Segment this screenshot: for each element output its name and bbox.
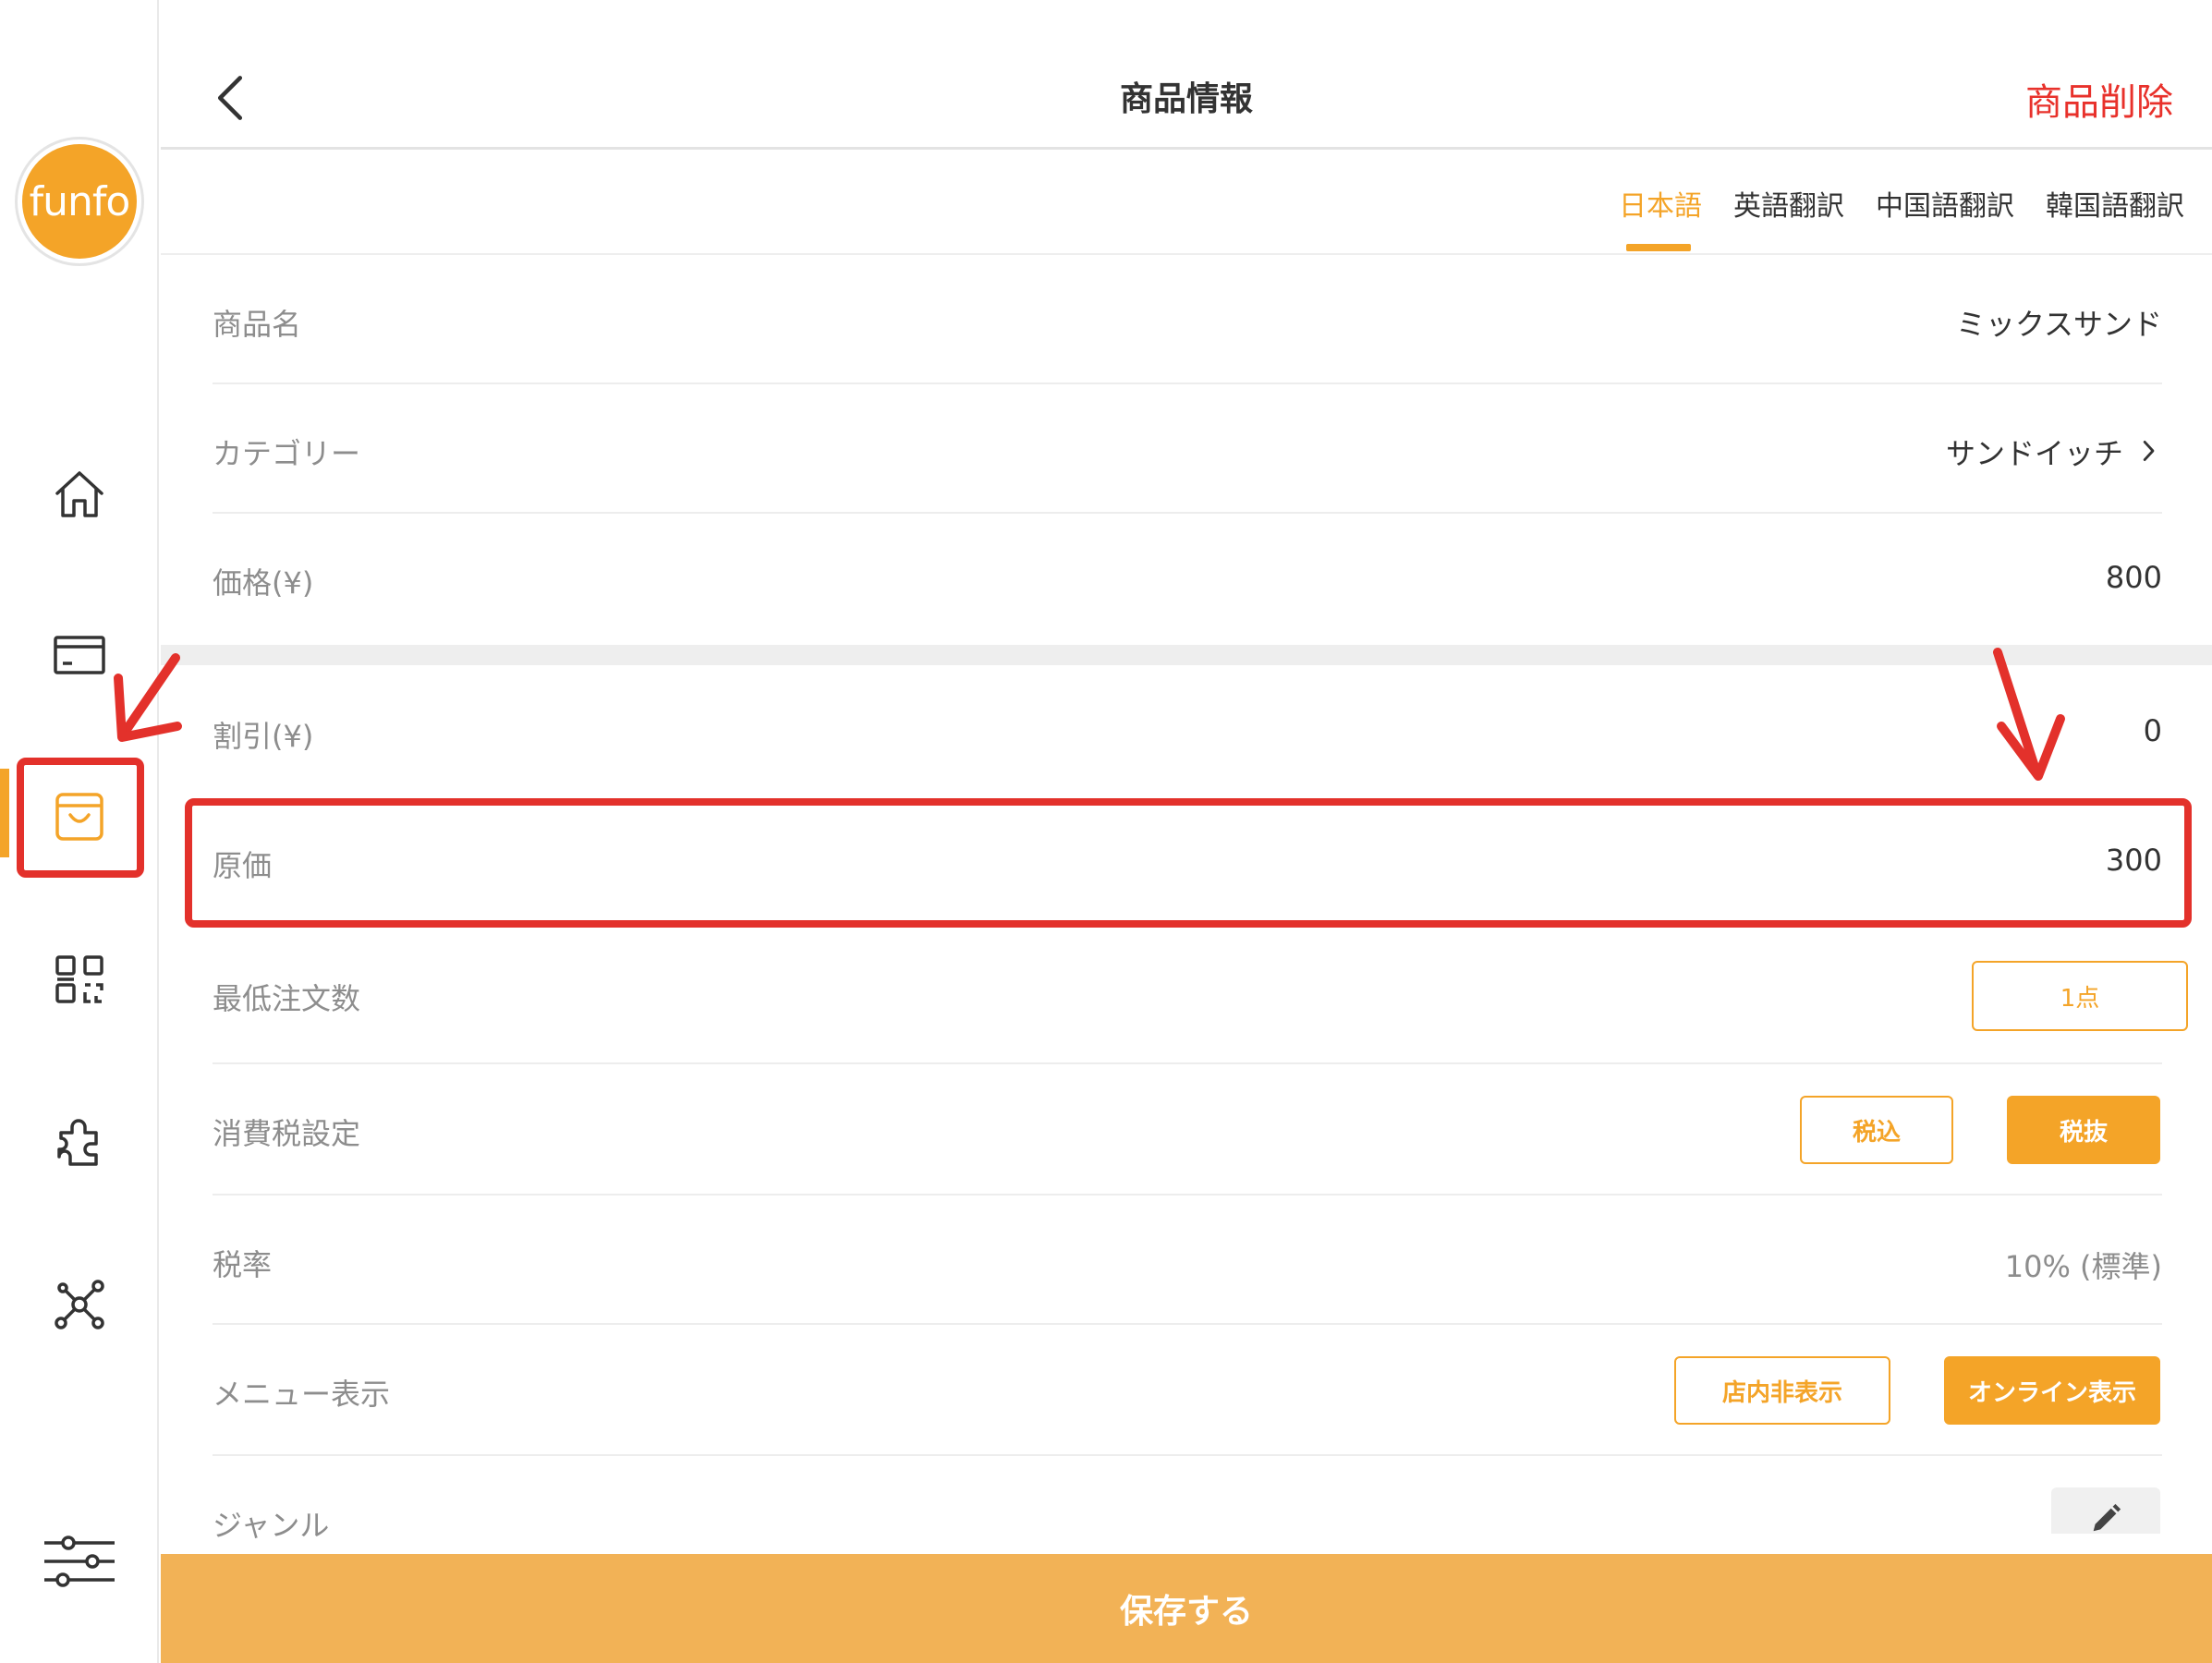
tab-chinese[interactable]: 中国語翻訳 — [1876, 183, 2014, 224]
tax-setting-label: 消費税設定 — [213, 1116, 361, 1151]
logo-text: funfo — [22, 144, 137, 259]
discount-value[interactable]: 0 — [2144, 713, 2162, 748]
min-order-button[interactable]: 1点 — [1972, 961, 2188, 1031]
price-value[interactable]: 800 — [2106, 560, 2162, 595]
product-name-row[interactable]: 商品名 ミックスサンド — [213, 257, 2162, 384]
nav-home[interactable] — [28, 442, 131, 545]
min-order-label: 最低注文数 — [213, 981, 361, 1016]
hide-in-store-button[interactable]: 店内非表示 — [1674, 1356, 1890, 1425]
nav-settings[interactable] — [28, 1510, 131, 1613]
genre-row: ジャンル — [213, 1456, 2162, 1554]
cost-label: 原価 — [213, 848, 273, 883]
settings-sliders-icon — [44, 1536, 115, 1587]
cost-value[interactable]: 300 — [2106, 843, 2162, 878]
nav-products[interactable] — [28, 765, 131, 868]
active-tab-underline — [1626, 244, 1691, 251]
bag-icon — [55, 793, 103, 841]
tab-korean[interactable]: 韓国語翻訳 — [2046, 183, 2184, 224]
cost-row[interactable]: 原価 300 — [213, 796, 2162, 926]
product-name-label: 商品名 — [213, 307, 302, 342]
tax-excluded-button[interactable]: 税抜 — [2007, 1096, 2160, 1164]
min-order-row: 最低注文数 — [213, 926, 2162, 1064]
tax-rate-row[interactable]: 税率 10% (標準) — [213, 1196, 2162, 1325]
menu-display-label: メニュー表示 — [213, 1377, 391, 1412]
nav-extensions[interactable] — [28, 1090, 131, 1194]
category-row[interactable]: カテゴリー サンドイッチ — [213, 384, 2162, 514]
product-name-value[interactable]: ミックスサンド — [1956, 301, 2162, 344]
discount-row[interactable]: 割引(¥) 0 — [213, 665, 2162, 796]
price-label: 価格(¥) — [213, 565, 314, 601]
genre-edit-button[interactable] — [2051, 1487, 2160, 1534]
price-row[interactable]: 価格(¥) 800 — [213, 514, 2162, 645]
genre-label: ジャンル — [213, 1508, 330, 1543]
category-label: カテゴリー — [213, 436, 361, 471]
main-panel: 商品情報 商品削除 日本語 英語翻訳 中国語翻訳 韓国語翻訳 商品名 ミックスサ… — [161, 0, 2212, 1663]
discount-label: 割引(¥) — [213, 719, 314, 754]
tax-included-button[interactable]: 税込 — [1800, 1096, 1953, 1164]
save-button[interactable]: 保存する — [161, 1554, 2212, 1663]
puzzle-icon — [57, 1119, 98, 1166]
active-indicator — [0, 769, 9, 857]
delete-product-button[interactable]: 商品削除 — [2025, 72, 2173, 126]
sidebar: funfo — [0, 0, 159, 1663]
qr-icon — [55, 955, 103, 1003]
tax-rate-value[interactable]: 10% (標準) — [2005, 1244, 2162, 1286]
language-tabs: 日本語 英語翻訳 中国語翻訳 韓国語翻訳 — [161, 150, 2212, 255]
app-logo: funfo — [15, 137, 144, 266]
network-icon — [55, 1280, 104, 1329]
tax-rate-label: 税率 — [213, 1247, 273, 1282]
pencil-icon — [2093, 1503, 2121, 1532]
nav-network[interactable] — [28, 1253, 131, 1356]
tab-english[interactable]: 英語翻訳 — [1733, 183, 1844, 224]
nav-payments[interactable] — [28, 602, 131, 706]
header: 商品情報 商品削除 — [161, 0, 2212, 150]
tab-japanese[interactable]: 日本語 — [1619, 183, 1702, 224]
nav-qr[interactable] — [28, 928, 131, 1031]
page-title: 商品情報 — [1119, 80, 1253, 118]
home-icon — [55, 471, 103, 517]
section-divider — [161, 645, 2212, 665]
online-display-button[interactable]: オンライン表示 — [1944, 1356, 2160, 1425]
card-icon — [54, 636, 105, 674]
chevron-right-icon — [2143, 441, 2155, 461]
category-value[interactable]: サンドイッチ — [1946, 431, 2123, 473]
